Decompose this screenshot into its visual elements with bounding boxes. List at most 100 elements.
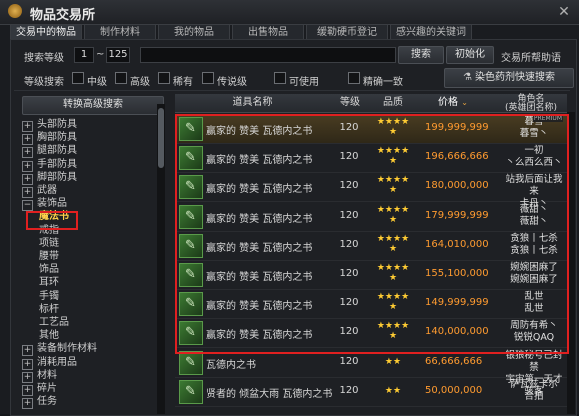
tree-category[interactable]: + 手部防具 bbox=[22, 158, 77, 172]
tab-coin-register[interactable]: 缓勒硬币登记 bbox=[306, 24, 388, 40]
tree-subcategory[interactable]: 耳环 bbox=[39, 276, 59, 289]
level-separator: ~ bbox=[96, 49, 105, 60]
reset-button[interactable]: 初始化 bbox=[446, 46, 494, 64]
book-icon: ✎ bbox=[185, 383, 196, 399]
item-level: 120 bbox=[339, 384, 359, 396]
item-book-icon[interactable]: ✎ bbox=[179, 379, 203, 404]
window-title: 物品交易所 bbox=[30, 8, 96, 23]
tree-subcategory[interactable]: 饰品 bbox=[39, 263, 59, 276]
usable-label: 可使用 bbox=[289, 77, 319, 88]
tree-item-label: 项链 bbox=[39, 237, 59, 249]
grade-rare-label: 稀有 bbox=[173, 77, 193, 88]
grade-medium-label: 中级 bbox=[87, 77, 107, 88]
header-price[interactable]: 价格 ⌄ bbox=[418, 94, 488, 112]
quality-stars: ★★ bbox=[384, 385, 402, 396]
level-max-input[interactable]: 125 bbox=[106, 47, 130, 63]
tree-item-label: 手镯 bbox=[39, 290, 59, 302]
grade-legend-checkbox[interactable] bbox=[202, 72, 214, 84]
expand-icon[interactable]: − bbox=[22, 200, 33, 212]
tree-category[interactable]: + 任务 bbox=[22, 395, 57, 410]
tree-item-label: 装备制作材料 bbox=[37, 343, 97, 355]
tree-item-label: 标杆 bbox=[39, 303, 59, 315]
tree-subcategory[interactable]: 标杆 bbox=[39, 303, 59, 316]
coin-icon bbox=[8, 4, 22, 18]
item-level: 120 bbox=[339, 355, 359, 367]
tree-item-label: 饰品 bbox=[39, 264, 59, 276]
tree-subcategory[interactable]: 手镯 bbox=[39, 290, 59, 303]
header-level[interactable]: 等级 bbox=[332, 94, 368, 112]
tree-item-label: 消耗用品 bbox=[37, 356, 77, 368]
tree-category[interactable]: + 武器 bbox=[22, 184, 57, 198]
tree-item-label: 武器 bbox=[37, 185, 57, 196]
tree-item-label: 碎片 bbox=[37, 383, 57, 394]
tree-category[interactable]: + 腿部防具 bbox=[22, 144, 77, 159]
tree-category[interactable]: + 脚部防具 bbox=[22, 171, 77, 185]
header-quality[interactable]: 品质 bbox=[370, 94, 416, 112]
tree-item-label: 装饰品 bbox=[37, 198, 67, 210]
category-scroll-thumb[interactable] bbox=[158, 108, 164, 168]
title-bar[interactable]: 物品交易所 ✕ bbox=[0, 0, 579, 25]
item-name: 瓦德内之书 bbox=[206, 359, 256, 371]
dye-search-label: 染色药剂快速搜索 bbox=[474, 72, 555, 83]
tree-item-label: 材料 bbox=[37, 369, 57, 381]
advanced-search-toggle[interactable]: 转换高级搜索 bbox=[22, 96, 164, 115]
close-button[interactable]: ✕ bbox=[555, 3, 573, 21]
exact-match-label: 精确一致 bbox=[363, 77, 403, 88]
tree-item-label: 耳环 bbox=[39, 277, 59, 289]
expand-icon[interactable]: + bbox=[22, 398, 33, 410]
level-min-input[interactable]: 1 bbox=[74, 47, 94, 63]
grade-high-checkbox[interactable] bbox=[115, 72, 127, 84]
tree-item-label: 任务 bbox=[37, 396, 57, 408]
item-price: 66,666,666 bbox=[425, 355, 483, 367]
grade-medium-checkbox[interactable] bbox=[72, 72, 84, 84]
divider bbox=[14, 90, 570, 91]
header-price-label: 价格 bbox=[438, 97, 459, 108]
trade-window: 物品交易所 ✕ 交易中的物品 制作材料 我的物品 出售物品 缓勒硬币登记 感兴趣… bbox=[0, 0, 579, 416]
tree-subcategory[interactable]: 工艺品 bbox=[39, 316, 69, 329]
tree-item-label: 腿部防具 bbox=[37, 145, 77, 157]
header-item-name[interactable]: 道具名称 bbox=[175, 94, 330, 112]
tree-subcategory[interactable]: 其他 bbox=[39, 329, 59, 342]
sort-desc-icon: ⌄ bbox=[461, 98, 468, 107]
usable-checkbox[interactable] bbox=[274, 72, 286, 84]
quality-stars: ★★ bbox=[384, 356, 402, 367]
table-row[interactable]: ✎ 贤者的 倾盆大雨 瓦德内之书 120 ★★ 50,000,000 萨瓦兹卡尔 合拍 bbox=[175, 377, 567, 407]
header-seller[interactable]: 角色名 (英雄团名称) bbox=[495, 94, 567, 113]
item-price: 50,000,000 bbox=[425, 384, 483, 396]
tab-trading-items[interactable]: 交易中的物品 bbox=[10, 24, 82, 40]
grade-rare-checkbox[interactable] bbox=[158, 72, 170, 84]
tree-category[interactable]: + 碎片 bbox=[22, 382, 57, 396]
guild-name: 合拍 bbox=[524, 390, 544, 402]
tab-materials[interactable]: 制作材料 bbox=[84, 24, 156, 40]
grade-search-label: 等级搜索 bbox=[24, 77, 64, 88]
search-button[interactable]: 搜索 bbox=[398, 46, 444, 64]
tree-item-label: 头部防具 bbox=[37, 119, 77, 130]
tree-category[interactable]: + 头部防具 bbox=[22, 118, 77, 132]
help-link[interactable]: 交易所帮助语 bbox=[501, 49, 561, 64]
category-tree: + 头部防具 + 胸部防具 + 腿部防具 + 手部防具 + 脚部防具 + 武器 − 装饰品 魔法书 戒指 项链腰… bbox=[14, 118, 154, 414]
tab-my-items[interactable]: 我的物品 bbox=[158, 24, 230, 40]
item-name: 贤者的 倾盆大雨 瓦德内之书 bbox=[206, 388, 333, 400]
tree-subcategory[interactable]: 腰带 bbox=[39, 250, 59, 263]
book-icon: ✎ bbox=[185, 354, 196, 370]
tree-item-label: 其他 bbox=[39, 330, 59, 342]
table-header: 道具名称 等级 品质 价格 ⌄ 角色名 (英雄团名称) bbox=[175, 94, 567, 113]
tab-sell-items[interactable]: 出售物品 bbox=[232, 24, 304, 40]
seller-name: 萨瓦兹卡尔 合拍 bbox=[505, 379, 563, 403]
tree-category[interactable]: + 装备制作材料 bbox=[22, 342, 97, 357]
character-name: 萨瓦兹卡尔 bbox=[510, 378, 558, 390]
tree-category[interactable]: + 消耗用品 bbox=[22, 356, 77, 370]
tree-subcategory[interactable]: 项链 bbox=[39, 237, 59, 250]
item-book-icon[interactable]: ✎ bbox=[179, 350, 203, 375]
level-search-label: 搜索等级 bbox=[24, 53, 64, 64]
tree-category[interactable]: − 装饰品 bbox=[22, 197, 67, 212]
exact-match-checkbox[interactable] bbox=[348, 72, 360, 84]
tree-category[interactable]: + 材料 bbox=[22, 369, 57, 383]
tree-category[interactable]: + 胸部防具 bbox=[22, 131, 77, 146]
tab-keywords[interactable]: 感兴趣的关键词 bbox=[390, 24, 472, 40]
highlight-listing-results bbox=[175, 114, 569, 354]
tree-item-label: 腰带 bbox=[39, 251, 59, 262]
dye-bottle-icon: ⚗ bbox=[463, 72, 472, 83]
search-input[interactable] bbox=[140, 47, 396, 63]
dye-search-button[interactable]: ⚗ 染色药剂快速搜索 bbox=[444, 68, 574, 88]
